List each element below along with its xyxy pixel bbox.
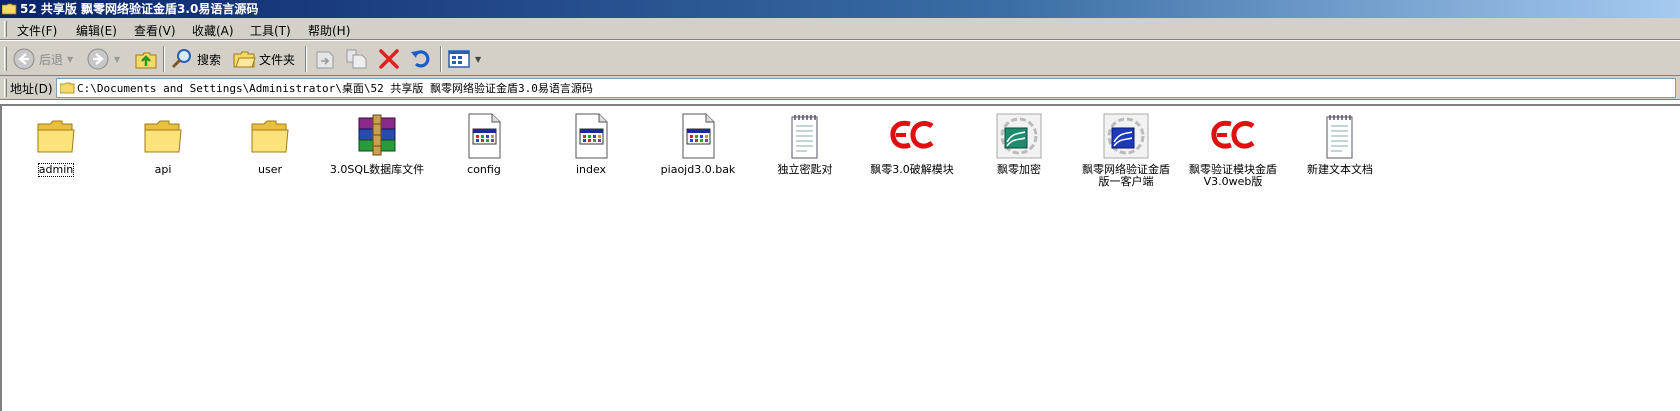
folder-icon: [2, 3, 17, 15]
address-path: C:\Documents and Settings\Administrator\…: [77, 82, 593, 95]
file-item-bak[interactable]: piaojd3.0.bak: [648, 112, 748, 176]
file-item-encrypt[interactable]: 飘零加密: [969, 112, 1069, 176]
address-bar: 地址(D) C:\Documents and Settings\Administ…: [0, 76, 1680, 100]
folder-icon: [246, 112, 294, 160]
notepad-icon: [781, 112, 829, 160]
address-input[interactable]: C:\Documents and Settings\Administrator\…: [56, 78, 1676, 98]
move-to-icon: [316, 51, 334, 69]
toolbar-grip[interactable]: [4, 21, 7, 37]
up-folder-button[interactable]: [134, 46, 158, 72]
chevron-down-icon[interactable]: ▼: [475, 55, 481, 64]
file-name: 3.0SQL数据库文件: [329, 163, 425, 176]
search-label: 搜索: [197, 52, 222, 67]
file-list-view[interactable]: admin api user 3.0SQL数据库文件 config index …: [0, 104, 1680, 411]
copy-to-button[interactable]: [344, 46, 368, 72]
back-label: 后退: [39, 52, 64, 67]
back-button[interactable]: 后退 ▼: [12, 46, 73, 72]
file-item-new-text[interactable]: 新建文本文档: [1290, 112, 1390, 176]
document-icon: [567, 112, 615, 160]
toolbar-grip[interactable]: [4, 47, 7, 71]
folders-button[interactable]: 文件夹: [232, 46, 295, 72]
back-arrow-icon: [13, 48, 35, 70]
file-name: user: [258, 163, 282, 176]
menu-favorites[interactable]: 收藏(A): [192, 22, 234, 39]
file-name: 飘零加密: [997, 163, 1041, 176]
file-name: 飘零网络验证金盾版一客户端: [1082, 163, 1170, 188]
e-source-blue-icon: [1102, 112, 1150, 160]
standard-toolbar: 后退 ▼ ▼ 搜索 文件夹 ▼: [0, 40, 1680, 76]
toolbar-separator: [440, 46, 442, 72]
toolbar-separator: [163, 46, 165, 72]
file-name: index: [575, 163, 607, 176]
file-item-config[interactable]: config: [434, 112, 534, 176]
file-name: config: [467, 163, 501, 176]
folders-label: 文件夹: [259, 52, 296, 67]
document-icon: [674, 112, 722, 160]
file-name: admin: [37, 163, 75, 177]
search-button[interactable]: 搜索: [170, 46, 221, 72]
chevron-down-icon[interactable]: ▼: [114, 55, 120, 64]
document-icon: [460, 112, 508, 160]
copy-to-icon: [346, 49, 367, 69]
ec-module-icon: [888, 112, 936, 160]
views-button[interactable]: ▼: [447, 46, 481, 72]
up-folder-icon: [135, 52, 157, 69]
file-name: 飘零3.0破解模块: [870, 163, 954, 176]
file-item-keypair[interactable]: 独立密匙对: [755, 112, 855, 176]
search-icon: [171, 49, 191, 69]
menu-view[interactable]: 查看(V): [134, 22, 176, 39]
file-item-user[interactable]: user: [220, 112, 320, 176]
undo-icon: [411, 50, 430, 68]
winrar-archive-icon: [353, 112, 401, 160]
file-item-index[interactable]: index: [541, 112, 641, 176]
toolbar-separator: [305, 46, 307, 72]
menu-bar: 文件(F) 编辑(E) 查看(V) 收藏(A) 工具(T) 帮助(H): [0, 18, 1680, 40]
file-item-web-module[interactable]: 飘零验证模块金盾V3.0web版: [1183, 112, 1283, 188]
views-icon: [448, 50, 470, 68]
toolbar-grip[interactable]: [4, 79, 7, 97]
folder-icon: [139, 112, 187, 160]
folder-icon: [32, 112, 80, 160]
file-item-sql[interactable]: 3.0SQL数据库文件: [327, 112, 427, 176]
file-item-client[interactable]: 飘零网络验证金盾版一客户端: [1076, 112, 1176, 188]
ec-module-icon: [1209, 112, 1257, 160]
menu-tools[interactable]: 工具(T): [250, 22, 291, 39]
file-item-crack-module[interactable]: 飘零3.0破解模块: [862, 112, 962, 176]
delete-x-icon: [379, 49, 399, 69]
file-name: 新建文本文档: [1307, 163, 1373, 176]
chevron-down-icon[interactable]: ▼: [67, 55, 73, 64]
menu-edit[interactable]: 编辑(E): [76, 22, 117, 39]
file-name: api: [154, 163, 172, 176]
e-source-gray-icon: [995, 112, 1043, 160]
window-title: 52 共享版 飘零网络验证金盾3.0易语言源码: [20, 2, 259, 16]
file-name: piaojd3.0.bak: [660, 163, 736, 176]
notepad-icon: [1316, 112, 1364, 160]
menu-file[interactable]: 文件(F): [17, 22, 57, 39]
folders-icon: [233, 51, 256, 68]
file-item-admin[interactable]: admin: [6, 112, 106, 177]
move-to-button[interactable]: [313, 46, 337, 72]
menu-help[interactable]: 帮助(H): [308, 22, 350, 39]
file-item-api[interactable]: api: [113, 112, 213, 176]
forward-button[interactable]: ▼: [86, 46, 120, 72]
address-label: 地址(D): [10, 82, 53, 96]
file-name: 独立密匙对: [777, 163, 833, 176]
forward-arrow-icon: [87, 48, 109, 70]
title-bar[interactable]: 52 共享版 飘零网络验证金盾3.0易语言源码: [0, 0, 1680, 18]
folder-icon: [60, 82, 75, 94]
undo-button[interactable]: [409, 46, 433, 72]
delete-button[interactable]: [377, 46, 401, 72]
file-name: 飘零验证模块金盾V3.0web版: [1189, 163, 1277, 188]
